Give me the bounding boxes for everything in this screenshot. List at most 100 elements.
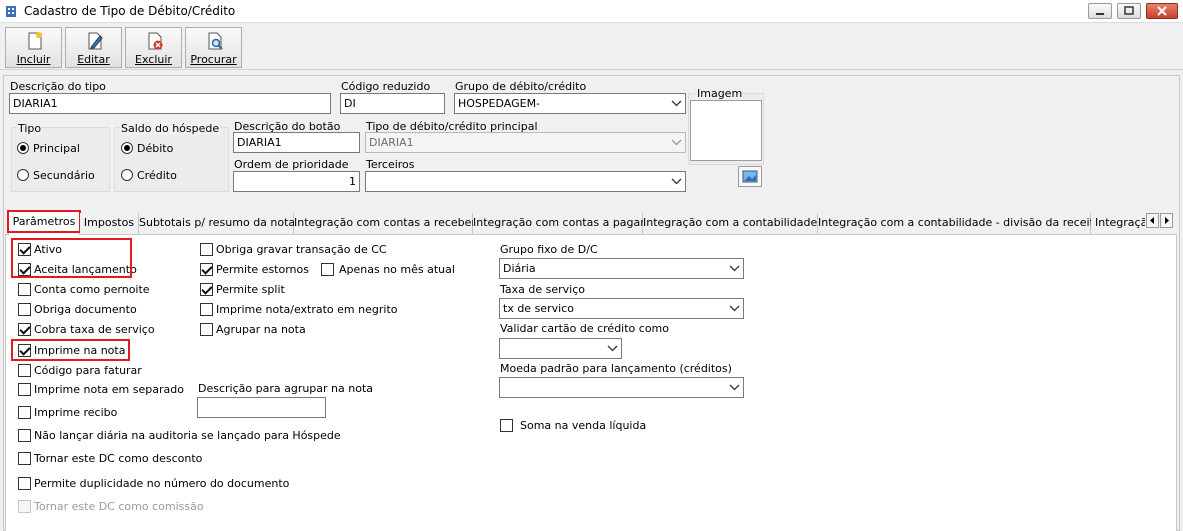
tornar-desconto-label: Tornar este DC como desconto [34, 452, 203, 465]
chevron-down-icon [671, 139, 682, 146]
tab-contas-receber[interactable]: Integração com contas a receber [294, 213, 476, 234]
procurar-button[interactable]: Procurar [185, 27, 242, 68]
terceiros-label: Terceiros [366, 158, 415, 171]
nao-lancar-diaria-checkbox[interactable] [18, 429, 31, 442]
tab-integracao-overflow[interactable]: Integraçã [1091, 213, 1145, 234]
tab-subtotais[interactable]: Subtotais p/ resumo da nota [139, 213, 295, 234]
highlight-imprime-nota [11, 339, 130, 361]
apenas-mes-checkbox[interactable] [321, 263, 334, 276]
tab-contabilidade[interactable]: Integração com a contabilidade [643, 213, 818, 234]
tipo-secundario-radio[interactable] [17, 169, 29, 181]
imprime-separado-checkbox[interactable] [18, 383, 31, 396]
permite-duplicidade-checkbox[interactable] [18, 477, 31, 490]
chevron-down-icon [671, 100, 682, 107]
delete-icon [148, 32, 163, 50]
tipo-group [11, 127, 110, 192]
imprime-negrito-label: Imprime nota/extrato em negrito [216, 303, 398, 316]
tab-contas-pagar[interactable]: Integração com contas a pagar [473, 213, 645, 234]
saldo-debito-radio[interactable] [121, 142, 133, 154]
tipo-principal-radio[interactable] [17, 142, 29, 154]
validar-cartao-select[interactable] [499, 338, 622, 359]
chevron-down-icon [607, 345, 618, 352]
codigo-faturar-checkbox[interactable] [18, 364, 31, 377]
title-bar: Cadastro de Tipo de Débito/Crédito [0, 0, 1183, 23]
soma-venda-checkbox[interactable] [500, 419, 513, 432]
permite-split-label: Permite split [216, 283, 285, 296]
ordem-label: Ordem de prioridade [234, 158, 349, 171]
cobra-taxa-label: Cobra taxa de serviço [34, 323, 155, 336]
taxa-servico-value: tx de servico [503, 302, 574, 315]
tornar-comissao-label: Tornar este DC como comissão [34, 500, 204, 513]
maximize-icon [1124, 6, 1134, 15]
grupo-select-value: HOSPEDAGEM- [458, 97, 541, 110]
validar-cartao-label: Validar cartão de crédito como [500, 322, 670, 335]
app-icon [6, 6, 16, 17]
grupo-fixo-select[interactable]: Diária [499, 258, 744, 279]
saldo-debito-label: Débito [137, 142, 174, 155]
chevron-right-icon [1165, 217, 1169, 224]
permite-duplicidade-label: Permite duplicidade no número do documen… [34, 477, 290, 490]
highlight-ativo-aceita [11, 238, 132, 278]
tipo-secundario-label: Secundário [33, 169, 95, 182]
imprime-recibo-label: Imprime recibo [34, 406, 118, 419]
new-document-icon [28, 32, 42, 50]
tornar-comissao-checkbox [18, 500, 31, 513]
conta-pernoite-checkbox[interactable] [18, 283, 31, 296]
conta-pernoite-label: Conta como pernoite [34, 283, 150, 296]
tipo-principal-dc-value: DIARIA1 [369, 136, 414, 149]
descricao-input[interactable]: DIARIA1 [9, 93, 331, 114]
tab-impostos[interactable]: Impostos [80, 213, 139, 234]
imagem-label: Imagem [696, 87, 744, 100]
permite-split-checkbox[interactable] [200, 283, 213, 296]
nao-lancar-diaria-label: Não lançar diária na auditoria se lançad… [34, 429, 341, 442]
edit-icon [88, 32, 103, 50]
maximize-button[interactable] [1117, 3, 1141, 19]
moeda-select[interactable] [499, 377, 744, 398]
codigo-input[interactable]: DI [340, 93, 445, 114]
taxa-servico-label: Taxa de serviço [500, 283, 585, 296]
permite-estornos-label: Permite estornos [216, 263, 309, 276]
obriga-documento-checkbox[interactable] [18, 303, 31, 316]
minimize-button[interactable] [1088, 3, 1112, 19]
toolbar: Incluir Editar Excluir Procurar [0, 23, 1183, 70]
chevron-down-icon [729, 384, 740, 391]
incluir-button[interactable]: Incluir [5, 27, 62, 68]
tab-scroll-left-button[interactable] [1146, 213, 1159, 228]
highlight-parametros-tab [7, 210, 81, 233]
chevron-down-icon [729, 265, 740, 272]
saldo-credito-radio[interactable] [121, 169, 133, 181]
ordem-input[interactable]: 1 [233, 171, 360, 192]
permite-estornos-checkbox[interactable] [200, 263, 213, 276]
tornar-desconto-checkbox[interactable] [18, 452, 31, 465]
tipo-principal-label: Principal [33, 142, 80, 155]
saldo-credito-label: Crédito [137, 169, 177, 182]
cobra-taxa-checkbox[interactable] [18, 323, 31, 336]
imprime-recibo-checkbox[interactable] [18, 406, 31, 419]
botao-input[interactable]: DIARIA1 [233, 132, 360, 153]
taxa-servico-select[interactable]: tx de servico [499, 298, 744, 319]
tab-contabilidade-divisao[interactable]: Integração com a contabilidade - divisão… [818, 213, 1101, 234]
desc-agrupar-input[interactable] [197, 397, 326, 418]
select-image-button[interactable] [738, 166, 762, 187]
grupo-select[interactable]: HOSPEDAGEM- [454, 93, 686, 114]
chevron-down-icon [671, 178, 682, 185]
saldo-group [114, 127, 229, 192]
moeda-label: Moeda padrão para lançamento (créditos) [500, 362, 732, 375]
codigo-faturar-label: Código para faturar [34, 364, 142, 377]
imprime-negrito-checkbox[interactable] [200, 303, 213, 316]
tipo-principal-dc-select: DIARIA1 [365, 132, 686, 153]
obriga-cc-label: Obriga gravar transação de CC [216, 243, 387, 256]
excluir-button[interactable]: Excluir [125, 27, 182, 68]
obriga-cc-checkbox[interactable] [200, 243, 213, 256]
agrupar-nota-checkbox[interactable] [200, 323, 213, 336]
grupo-fixo-value: Diária [503, 262, 536, 275]
image-preview[interactable] [690, 100, 762, 161]
grupo-label: Grupo de débito/crédito [455, 80, 587, 93]
close-button[interactable] [1146, 3, 1178, 19]
chevron-down-icon [729, 305, 740, 312]
apenas-mes-label: Apenas no mês atual [339, 263, 455, 276]
tab-scroll-right-button[interactable] [1160, 213, 1173, 228]
editar-button[interactable]: Editar [65, 27, 122, 68]
terceiros-select[interactable] [365, 171, 686, 192]
desc-agrupar-label: Descrição para agrupar na nota [198, 382, 374, 395]
